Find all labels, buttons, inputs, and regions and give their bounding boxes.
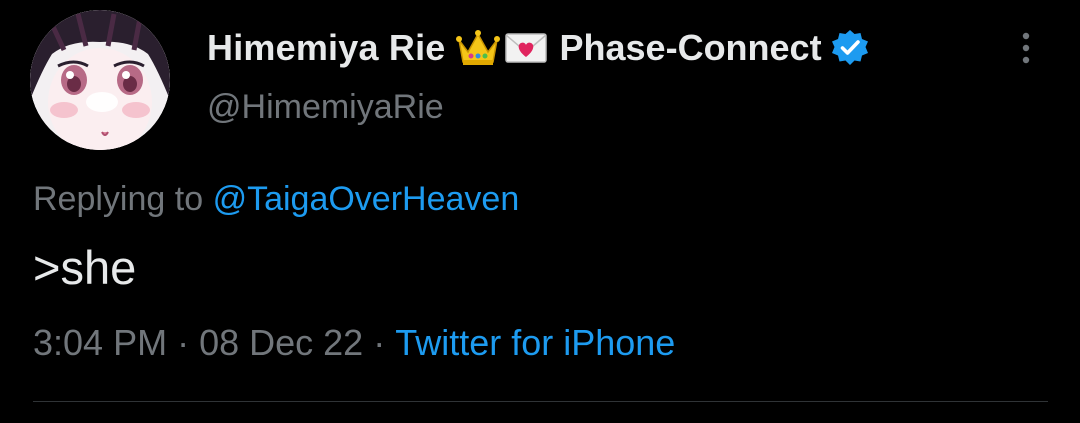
meta-separator: · xyxy=(177,322,190,363)
more-options-icon[interactable] xyxy=(1016,28,1036,68)
tweet-date[interactable]: 08 Dec 22 xyxy=(199,322,363,363)
love-letter-icon xyxy=(504,28,548,68)
author-name-row[interactable]: Himemiya Rie Phase-Connect xyxy=(207,24,870,72)
replying-to: Replying to @TaigaOverHeaven xyxy=(33,180,519,219)
replying-to-prefix: Replying to xyxy=(33,180,204,218)
divider xyxy=(33,401,1048,402)
display-name[interactable]: Himemiya Rie xyxy=(207,27,446,69)
tweet-meta: 3:04 PM · 08 Dec 22 · Twitter for iPhone xyxy=(33,322,675,364)
tweet-time[interactable]: 3:04 PM xyxy=(33,322,167,363)
reply-target-link[interactable]: @TaigaOverHeaven xyxy=(213,180,520,218)
tweet-text: >she xyxy=(33,241,137,294)
org-name[interactable]: Phase-Connect xyxy=(560,27,822,69)
tweet-source-link[interactable]: Twitter for iPhone xyxy=(395,322,675,363)
verified-badge-icon xyxy=(831,30,868,65)
meta-separator: · xyxy=(373,322,386,363)
crown-icon xyxy=(455,28,500,68)
handle[interactable]: @HimemiyaRie xyxy=(207,88,444,127)
avatar[interactable] xyxy=(30,10,170,150)
